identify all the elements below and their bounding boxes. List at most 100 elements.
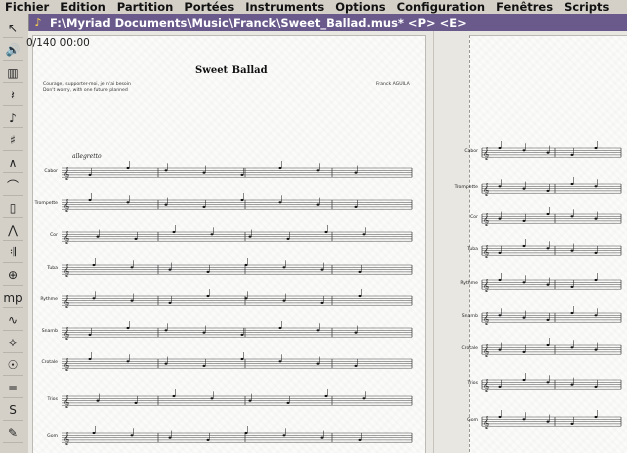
lyric-text: Courage, supporter-moi, je n'ai besoin D…: [43, 82, 131, 94]
staff-p1-5-notehead: [354, 331, 358, 334]
instrument-label-p2: Trompette: [454, 184, 479, 190]
staff-p2-0-notehead: [546, 151, 550, 154]
staff-p2-6-clef: 𝄞: [483, 344, 490, 357]
staff-p2-0-notehead: [498, 146, 502, 150]
staff-p1-8-notehead: [206, 438, 210, 441]
staff-p1-0-notehead: [88, 173, 92, 176]
staff-p1-3-notehead: [282, 266, 286, 269]
staff-p2-7-notehead: [498, 385, 502, 388]
staff-p2-5-notehead: [594, 314, 598, 317]
staff-p1-7-notehead: [134, 401, 138, 404]
staff-p1-1-notehead: [316, 203, 320, 206]
instrument-label-p1: Crotale: [41, 359, 58, 365]
staff-p1-5-notehead: [316, 329, 320, 332]
staff-p1-2-notehead: [210, 233, 214, 236]
staff-p2-6-notehead: [498, 348, 502, 351]
staff-p2-6-notehead: [522, 350, 526, 353]
staff-p1-8-notehead: [320, 436, 324, 439]
staff-p1-0-notehead: [316, 169, 320, 172]
staff-p1-3-notehead: [320, 268, 324, 271]
staff-p1-3-notehead: [92, 263, 96, 267]
staff-p2-5-notehead: [570, 311, 574, 315]
staff-p1-6-notehead: [164, 362, 168, 365]
staff-p1-5-notehead: [164, 329, 168, 332]
staff-p1-3-notehead: [358, 270, 362, 273]
staff-p2-3-notehead: [522, 244, 526, 248]
composer-name: Franck AGUILA: [376, 82, 410, 87]
staff-p1-4-notehead: [206, 294, 210, 298]
staff-p2-8-notehead: [546, 420, 550, 423]
staff-p1-1-notehead: [88, 198, 92, 202]
staff-p1-6-notehead: [316, 362, 320, 365]
staff-p1-3-notehead: [130, 266, 134, 269]
staff-p1-4-notehead: [92, 297, 96, 300]
staff-p1-7-notehead: [248, 399, 252, 402]
staff-p2-5-clef: 𝄞: [483, 312, 490, 325]
staff-p2-2-notehead: [498, 217, 502, 220]
staff-p1-1-notehead: [202, 205, 206, 208]
instrument-label-p2: Trios: [467, 380, 479, 386]
staff-p2-4-notehead: [522, 281, 526, 284]
staff-p1-5-notehead: [278, 326, 282, 330]
staff-p2-4-notehead: [594, 278, 598, 282]
staff-p1-2-notehead: [172, 230, 176, 234]
staff-p1-1-notehead: [164, 203, 168, 206]
staff-p2-6-notehead: [594, 348, 598, 351]
staff-p1-7-notehead: [210, 397, 214, 400]
staff-p2-5-notehead: [498, 314, 502, 317]
staff-p1-7-notehead: [324, 394, 328, 398]
staff-p2-0-notehead: [522, 149, 526, 152]
staff-p2-1-notehead: [498, 185, 502, 188]
staff-p1-0-notehead: [126, 166, 130, 170]
staff-p1-8-notehead: [130, 434, 134, 437]
staff-p1-5-notehead: [240, 333, 244, 336]
staff-p1-0-notehead: [354, 171, 358, 174]
lyric-line-2: Don't worry, with one future planned: [43, 88, 128, 93]
staff-p1-7-notehead: [96, 399, 100, 402]
staff-p2-3-notehead: [570, 249, 574, 252]
staff-p1-1-notehead: [240, 198, 244, 202]
staff-p2-8-notehead: [570, 422, 574, 425]
staff-p1-3-notehead: [206, 270, 210, 273]
score-staves[interactable]: 𝄞 Cabor 𝄞 Trompette 𝄞 Cor 𝄞 Tuba 𝄞 Rythme 𝄞 Snarnb 𝄞…: [0, 0, 627, 453]
staff-p2-1-notehead: [594, 185, 598, 188]
staff-p2-4-notehead: [546, 283, 550, 286]
instrument-label-p2: Cor: [470, 214, 478, 220]
staff-p1-6-clef: 𝄞: [63, 358, 70, 371]
staff-p1-2-notehead: [324, 230, 328, 234]
staff-p1-6-notehead: [278, 360, 282, 363]
staff-p2-1-notehead: [570, 182, 574, 186]
score-title: Sweet Ballad: [195, 65, 268, 76]
staff-p2-8-notehead: [498, 415, 502, 419]
instrument-label-p2: Cabor: [464, 148, 478, 154]
staff-p1-8-notehead: [244, 431, 248, 435]
staff-p1-6-notehead: [88, 357, 92, 361]
staff-p2-4-clef: 𝄞: [483, 279, 490, 292]
staff-p1-2-notehead: [96, 235, 100, 238]
staff-p1-8-clef: 𝄞: [63, 432, 70, 445]
staff-p1-1-clef: 𝄞: [63, 199, 70, 212]
staff-p2-7-notehead: [522, 378, 526, 382]
staff-p1-4-notehead: [130, 299, 134, 302]
staff-p1-6-notehead: [240, 357, 244, 361]
instrument-label-p1: Trompette: [34, 200, 59, 206]
staff-p2-3-clef: 𝄞: [483, 245, 490, 258]
staff-p2-1-notehead: [522, 187, 526, 190]
staff-p2-2-notehead: [594, 217, 598, 220]
instrument-label-p2: Rythme: [460, 280, 478, 286]
staff-p1-1-notehead: [354, 205, 358, 208]
staff-p1-0-notehead: [202, 171, 206, 174]
staff-p1-4-notehead: [244, 297, 248, 300]
instrument-label-p1: Cor: [50, 232, 58, 238]
staff-p2-2-notehead: [570, 215, 574, 218]
instrument-label-p2: Crotale: [461, 345, 478, 351]
staff-p1-2-notehead: [134, 237, 138, 240]
staff-p2-0-notehead: [570, 153, 574, 156]
staff-p2-3-notehead: [546, 247, 550, 250]
staff-p1-2-notehead: [286, 237, 290, 240]
staff-p1-0-clef: 𝄞: [63, 167, 70, 180]
staff-p1-7-notehead: [362, 397, 366, 400]
staff-p2-2-clef: 𝄞: [483, 213, 490, 226]
staff-p1-6-notehead: [354, 364, 358, 367]
staff-p1-4-notehead: [358, 294, 362, 298]
